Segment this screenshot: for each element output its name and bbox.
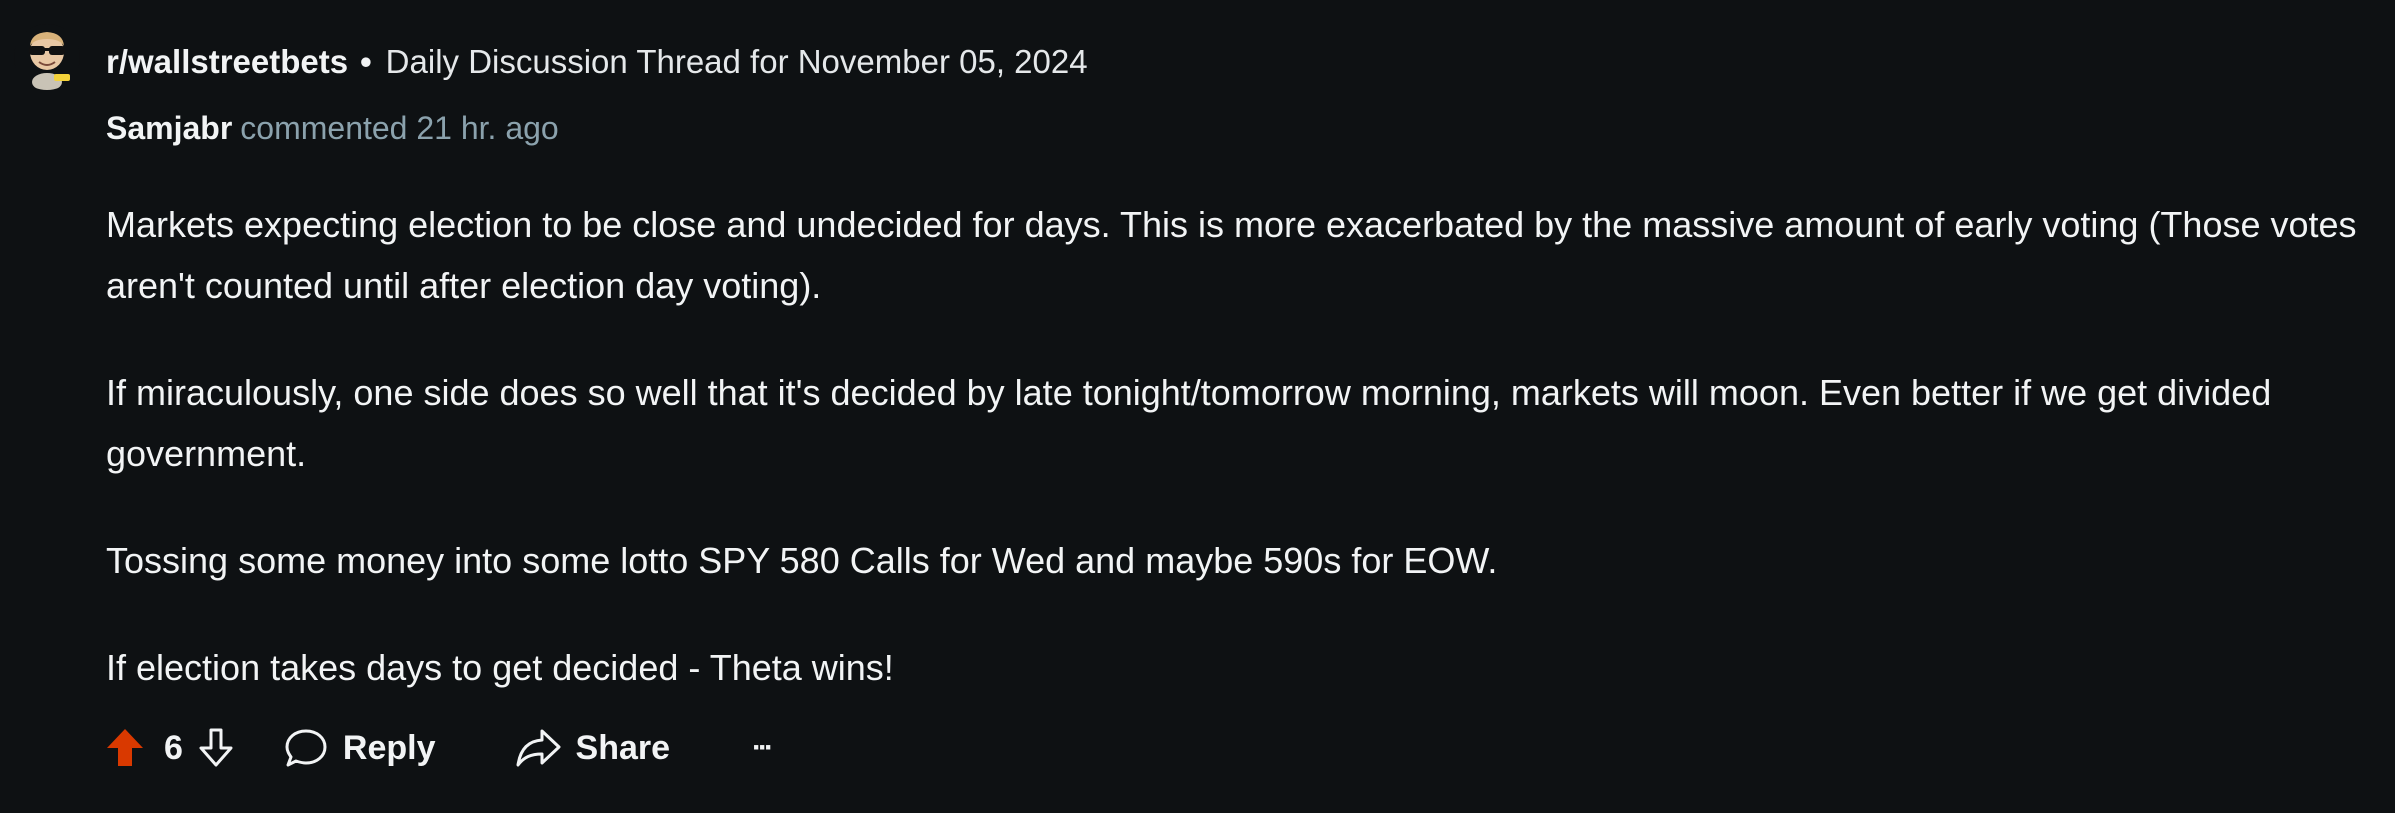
thread-title-link[interactable]: Daily Discussion Thread for November 05,… (386, 43, 1088, 81)
reply-label: Reply (342, 728, 436, 767)
comment-paragraph: Tossing some money into some lotto SPY 5… (106, 540, 1498, 581)
subreddit-link[interactable]: r/wallstreetbets (106, 43, 348, 81)
post-header: r/wallstreetbets • Daily Discussion Thre… (106, 40, 1088, 84)
more-options-button[interactable]: ··· (752, 731, 774, 765)
comment-action-bar: 6 Reply Share ··· (104, 718, 774, 778)
speech-bubble-icon (283, 726, 329, 770)
ellipsis-icon: ··· (752, 731, 774, 764)
comment-paragraph: If miraculously, one side does so well t… (106, 372, 2272, 474)
vote-score: 6 (164, 728, 183, 767)
snoo-sunglasses-avatar-icon (29, 32, 70, 90)
header-separator: • (360, 43, 372, 80)
comment-meta: Samjabr commented 21 hr. ago (106, 110, 559, 147)
comment-timestamp: commented 21 hr. ago (240, 110, 559, 146)
comment-paragraph: Markets expecting election to be close a… (106, 204, 2357, 306)
reply-button[interactable]: Reply (283, 726, 436, 770)
comment-paragraph: If election takes days to get decided - … (106, 647, 894, 688)
upvote-arrow-icon[interactable] (104, 726, 146, 770)
comment-body: Markets expecting election to be close a… (106, 194, 2366, 744)
avatar[interactable] (14, 24, 80, 90)
downvote-arrow-icon[interactable] (195, 726, 237, 770)
share-button[interactable]: Share (514, 726, 671, 770)
comment-author[interactable]: Samjabr (106, 110, 232, 146)
share-arrow-icon (514, 726, 562, 770)
share-label: Share (575, 728, 671, 767)
